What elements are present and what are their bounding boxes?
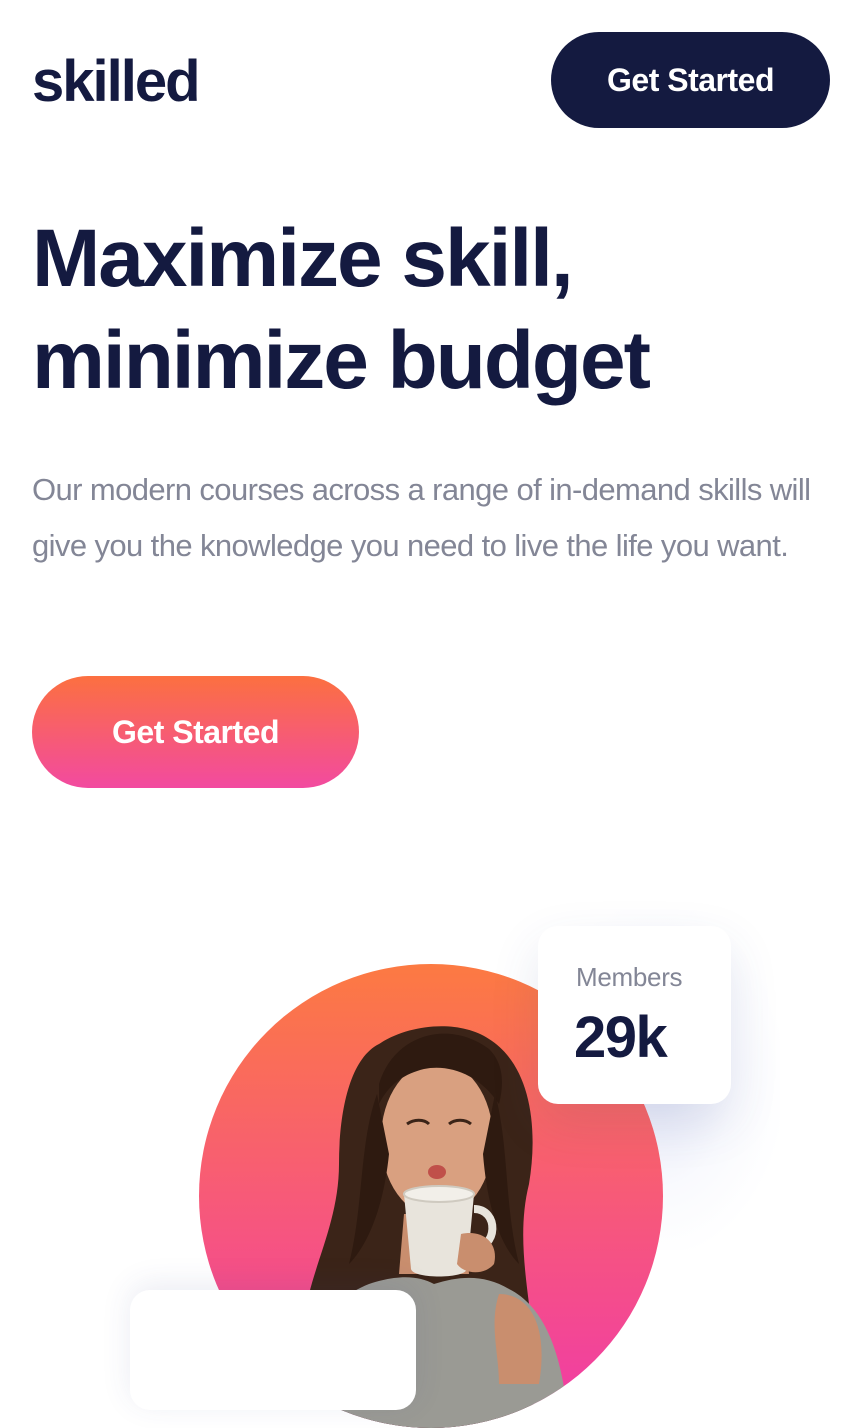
members-stat-card: Members 29k [538,926,731,1104]
members-label: Members [576,962,683,992]
members-value: 29k [574,1005,668,1070]
hero-description: Our modern courses across a range of in-… [32,472,811,563]
logo[interactable]: skilled [32,50,201,114]
hero-title-line-1: Maximize skill, [32,213,574,304]
hero-title-line-2: minimize budget [32,315,651,406]
secondary-stat-card [130,1290,416,1410]
hero-get-started-button[interactable]: Get Started [32,676,359,788]
hero-title: Maximize skill, minimize budget [32,208,832,412]
header-get-started-button[interactable]: Get Started [551,32,830,128]
